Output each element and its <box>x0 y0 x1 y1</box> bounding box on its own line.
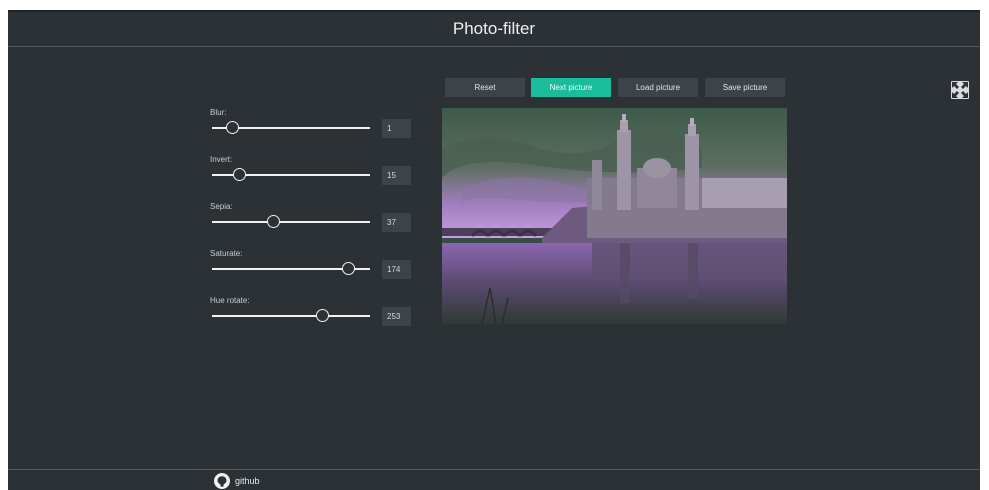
reset-button[interactable]: Reset <box>445 78 525 97</box>
footer-divider <box>8 469 980 470</box>
blur-control: Blur: 1 <box>210 108 420 154</box>
blur-label: Blur: <box>210 108 227 117</box>
sepia-slider-thumb[interactable] <box>266 215 280 228</box>
page-title: Photo-filter <box>452 19 536 38</box>
photo-preview <box>442 108 787 324</box>
load-picture-button[interactable]: Load picture <box>618 78 698 97</box>
saturate-control: Saturate: 174 <box>210 249 420 295</box>
fullscreen-icon[interactable] <box>951 81 969 99</box>
save-picture-button[interactable]: Save picture <box>705 78 785 97</box>
cathedral-photo <box>442 108 787 324</box>
sepia-label: Sepia: <box>210 202 233 211</box>
saturate-label: Saturate: <box>210 249 243 258</box>
hue-rotate-slider-thumb[interactable] <box>315 309 329 322</box>
sepia-slider[interactable] <box>212 221 370 223</box>
saturate-value: 174 <box>382 260 411 279</box>
sepia-value: 37 <box>382 213 411 232</box>
invert-control: Invert: 15 <box>210 155 420 201</box>
saturate-slider-thumb[interactable] <box>342 262 356 275</box>
github-icon <box>214 473 230 489</box>
sepia-control: Sepia: 37 <box>210 202 420 248</box>
blur-value: 1 <box>382 119 411 138</box>
next-picture-button[interactable]: Next picture <box>531 78 611 97</box>
invert-slider-thumb[interactable] <box>233 168 247 181</box>
github-label: github <box>235 476 260 486</box>
hue-rotate-label: Hue rotate: <box>210 296 250 305</box>
app-window: Photo-filter Blur: 1 Invert: 15 Sepia: 3… <box>8 10 980 490</box>
github-link[interactable]: github <box>214 473 260 489</box>
hue-rotate-value: 253 <box>382 307 411 326</box>
blur-slider-thumb[interactable] <box>225 121 239 134</box>
invert-value: 15 <box>382 166 411 185</box>
header-divider <box>8 46 980 47</box>
invert-label: Invert: <box>210 155 233 164</box>
toolbar: Reset Next picture Load picture Save pic… <box>445 78 790 97</box>
hue-rotate-control: Hue rotate: 253 <box>210 296 420 342</box>
hue-rotate-slider[interactable] <box>212 315 370 317</box>
